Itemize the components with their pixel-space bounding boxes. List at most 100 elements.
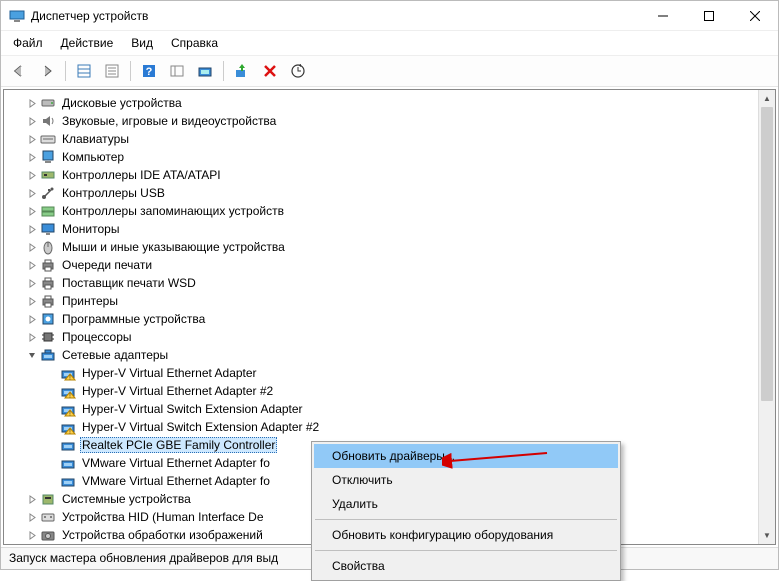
tree-node[interactable]: Программные устройства [4, 310, 758, 328]
scroll-track[interactable] [759, 107, 775, 527]
help-button[interactable]: ? [137, 60, 161, 82]
storage-icon [40, 203, 56, 219]
expand-icon[interactable] [24, 239, 40, 255]
tree-node[interactable]: Сетевые адаптеры [4, 346, 758, 364]
scan-button[interactable] [193, 60, 217, 82]
scan-hardware-button[interactable] [286, 60, 310, 82]
tree-node-label: Hyper-V Virtual Switch Extension Adapter… [80, 420, 321, 434]
tree-node[interactable]: Процессоры [4, 328, 758, 346]
keyboard-icon [40, 131, 56, 147]
tree-node[interactable]: Принтеры [4, 292, 758, 310]
network-icon [40, 347, 56, 363]
tree-node[interactable]: ! Hyper-V Virtual Ethernet Adapter #2 [4, 382, 758, 400]
update-driver-button[interactable] [230, 60, 254, 82]
tree-node[interactable]: Мыши и иные указывающие устройства [4, 238, 758, 256]
expander-spacer [44, 401, 60, 417]
tree-node-label: Звуковые, игровые и видеоустройства [60, 114, 278, 128]
titlebar: Диспетчер устройств [1, 1, 778, 31]
expand-icon[interactable] [24, 221, 40, 237]
tree-node[interactable]: !Hyper-V Virtual Switch Extension Adapte… [4, 400, 758, 418]
ctx-delete[interactable]: Удалить [314, 492, 618, 516]
ctx-properties[interactable]: Свойства [314, 554, 618, 578]
expander-spacer [44, 437, 60, 453]
close-button[interactable] [732, 1, 778, 31]
tree-node[interactable]: Контроллеры запоминающих устройств [4, 202, 758, 220]
tree-node[interactable]: ! Hyper-V Virtual Ethernet Adapter [4, 364, 758, 382]
netwarn-icon: ! [60, 365, 76, 381]
mouse-icon [40, 239, 56, 255]
printer-icon [40, 257, 56, 273]
tree-node-label: Мониторы [60, 222, 121, 236]
expand-icon[interactable] [24, 509, 40, 525]
expand-icon[interactable] [24, 203, 40, 219]
tree-node[interactable]: Звуковые, игровые и видеоустройства [4, 112, 758, 130]
properties-button[interactable] [100, 60, 124, 82]
expander-spacer [44, 365, 60, 381]
tree-node-label: Контроллеры USB [60, 186, 167, 200]
vertical-scrollbar[interactable]: ▲ ▼ [758, 90, 775, 544]
pc-icon [40, 149, 56, 165]
minimize-button[interactable] [640, 1, 686, 31]
uninstall-button[interactable] [258, 60, 282, 82]
svg-text:!: ! [69, 429, 71, 435]
tree-node-label: Поставщик печати WSD [60, 276, 198, 290]
menu-help[interactable]: Справка [163, 33, 226, 53]
tree-node[interactable]: Компьютер [4, 148, 758, 166]
ctx-disable[interactable]: Отключить [314, 468, 618, 492]
printer-icon [40, 293, 56, 309]
tree-node[interactable]: Контроллеры IDE ATA/ATAPI [4, 166, 758, 184]
tree-node-label: Процессоры [60, 330, 134, 344]
expand-icon[interactable] [24, 185, 40, 201]
ide-icon [40, 167, 56, 183]
ctx-rescan[interactable]: Обновить конфигурацию оборудования [314, 523, 618, 547]
expand-icon[interactable] [24, 113, 40, 129]
expand-icon[interactable] [24, 257, 40, 273]
expander-spacer [44, 383, 60, 399]
tree-node-label: Hyper-V Virtual Ethernet Adapter #2 [80, 384, 275, 398]
maximize-button[interactable] [686, 1, 732, 31]
expand-icon[interactable] [24, 95, 40, 111]
expand-icon[interactable] [24, 149, 40, 165]
net-icon [60, 455, 76, 471]
expand-icon[interactable] [24, 527, 40, 543]
net-icon [60, 437, 76, 453]
scroll-thumb[interactable] [761, 107, 773, 401]
tree-node-label: Контроллеры запоминающих устройств [60, 204, 286, 218]
show-hide-tree-button[interactable] [72, 60, 96, 82]
tree-node[interactable]: Мониторы [4, 220, 758, 238]
expand-icon[interactable] [24, 293, 40, 309]
menu-file[interactable]: Файл [5, 33, 51, 53]
tree-node[interactable]: Контроллеры USB [4, 184, 758, 202]
tree-node[interactable]: Поставщик печати WSD [4, 274, 758, 292]
svg-text:?: ? [146, 66, 153, 78]
back-button[interactable] [7, 60, 31, 82]
disk-icon [40, 95, 56, 111]
menu-view[interactable]: Вид [123, 33, 161, 53]
tree-node[interactable]: Дисковые устройства [4, 94, 758, 112]
expand-icon[interactable] [24, 275, 40, 291]
forward-button[interactable] [35, 60, 59, 82]
tree-node[interactable]: Очереди печати [4, 256, 758, 274]
ctx-update-drivers[interactable]: Обновить драйверы... [314, 444, 618, 468]
tree-node[interactable]: Клавиатуры [4, 130, 758, 148]
expand-icon[interactable] [24, 311, 40, 327]
monitor-icon [40, 221, 56, 237]
menu-action[interactable]: Действие [53, 33, 122, 53]
tree-node-label: Сетевые адаптеры [60, 348, 170, 362]
tree-node-label: VMware Virtual Ethernet Adapter fo [80, 474, 272, 488]
tree-node-label: Hyper-V Virtual Ethernet Adapter [80, 366, 259, 380]
expand-icon[interactable] [24, 167, 40, 183]
expand-icon[interactable] [24, 131, 40, 147]
expand-icon[interactable] [24, 329, 40, 345]
scroll-down-button[interactable]: ▼ [759, 527, 775, 544]
view-button[interactable] [165, 60, 189, 82]
expand-icon[interactable] [24, 491, 40, 507]
scroll-up-button[interactable]: ▲ [759, 90, 775, 107]
tree-node[interactable]: ! Hyper-V Virtual Switch Extension Adapte… [4, 418, 758, 436]
toolbar: ? [1, 56, 778, 87]
collapse-icon[interactable] [24, 347, 40, 363]
netwarn-icon: ! [60, 383, 76, 399]
usb-icon [40, 185, 56, 201]
ctx-separator [315, 519, 617, 520]
tree-node-label: Очереди печати [60, 258, 154, 272]
